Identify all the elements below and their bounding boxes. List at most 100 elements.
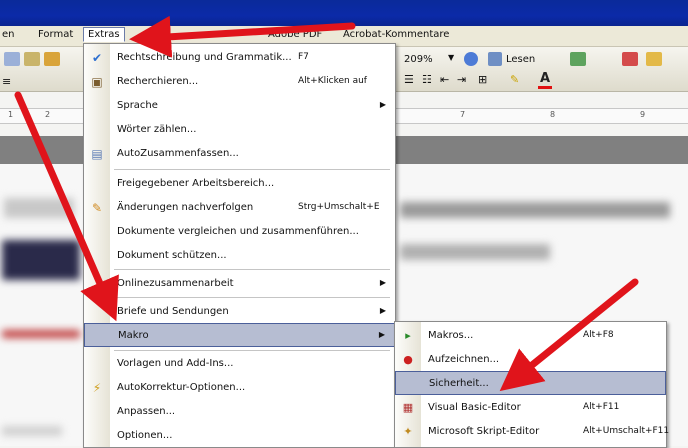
align-icon[interactable]: ≡	[2, 75, 11, 88]
menu-separator	[114, 350, 390, 351]
menu-item-shortcut: Alt+Klicken auf	[298, 76, 367, 86]
research-icon: ▣	[91, 75, 103, 89]
blurred-heading	[2, 240, 80, 280]
help-icon[interactable]	[464, 52, 478, 66]
macro-submenu: ▸ Makros... Alt+F8 ● Aufzeichnen... Sich…	[394, 321, 670, 448]
blurred-text	[2, 330, 80, 338]
menu-item-shortcut: Alt+F8	[583, 330, 614, 340]
menu-item-label: Microsoft Skript-Editor	[428, 426, 540, 437]
menu-item-label: Änderungen nachverfolgen	[117, 202, 254, 213]
track-changes-icon: ✎	[91, 201, 103, 215]
menu-item-label: Sprache	[117, 100, 158, 111]
menu-item-research[interactable]: ▣ Recherchieren... Alt+Klicken auf	[84, 70, 395, 94]
menu-separator	[114, 269, 390, 270]
menu-item-word-count[interactable]: Wörter zählen...	[84, 118, 395, 142]
menu-item-language[interactable]: Sprache ▶	[84, 94, 395, 118]
menu-item-options[interactable]: Optionen...	[84, 424, 395, 448]
bullets-icon[interactable]: ☷	[422, 73, 432, 86]
spellcheck-icon: ✔	[91, 51, 103, 65]
menu-item-customize[interactable]: Anpassen...	[84, 400, 395, 424]
submenu-item-security[interactable]: Sicherheit...	[395, 371, 666, 395]
cut-icon[interactable]	[4, 52, 20, 66]
menu-item-label: Recherchieren...	[117, 76, 199, 87]
submenu-arrow-icon: ▶	[379, 306, 386, 315]
play-macro-icon: ▸	[405, 329, 411, 342]
menu-item-templates-addins[interactable]: Vorlagen und Add-Ins...	[84, 352, 395, 376]
menu-item-label: Dokument schützen...	[117, 250, 227, 261]
submenu-item-macros[interactable]: ▸ Makros... Alt+F8	[395, 324, 666, 348]
menu-item-label: Optionen...	[117, 430, 173, 441]
menu-item-extras[interactable]: Extras	[83, 27, 125, 42]
zoom-dropdown-icon[interactable]: ▼	[448, 53, 454, 62]
menu-item-autosummarize[interactable]: ▤ AutoZusammenfassen...	[84, 142, 395, 166]
menu-item-label: Rechtschreibung und Grammatik...	[117, 52, 292, 63]
menu-item-shortcut: Strg+Umschalt+E	[298, 202, 380, 212]
menu-item-acrobat-comments[interactable]: Acrobat-Kommentare	[343, 29, 449, 40]
font-color-icon[interactable]: A	[540, 71, 550, 86]
read-button[interactable]: Lesen	[506, 54, 535, 65]
numbering-icon[interactable]: ☰	[404, 73, 414, 86]
submenu-arrow-icon: ▶	[378, 330, 385, 339]
ruler-tick: 9	[640, 110, 646, 119]
pdf-icon[interactable]	[622, 52, 638, 66]
script-editor-icon: ✦	[403, 425, 413, 438]
menu-item-window[interactable]: en	[2, 29, 15, 40]
menu-item-spelling-grammar[interactable]: ✔ Rechtschreibung und Grammatik... F7	[84, 46, 395, 70]
menu-item-track-changes[interactable]: ✎ Änderungen nachverfolgen Strg+Umschalt…	[84, 196, 395, 220]
copy-icon[interactable]	[24, 52, 40, 66]
menu-item-autocorrect-options[interactable]: ⚡ AutoKorrektur-Optionen...	[84, 376, 395, 400]
zoom-field[interactable]: 209%	[404, 54, 433, 65]
read-mode-icon[interactable]	[488, 52, 502, 66]
submenu-arrow-icon: ▶	[379, 100, 386, 109]
menu-item-label: Makro	[118, 330, 149, 341]
vba-editor-icon: ▦	[402, 401, 414, 414]
submenu-arrow-icon: ▶	[379, 278, 386, 287]
ruler-tick: 8	[550, 110, 556, 119]
menu-item-protect-document[interactable]: Dokument schützen...	[84, 244, 395, 268]
menu-item-shared-workspace[interactable]: Freigegebener Arbeitsbereich...	[84, 172, 395, 196]
menu-item-label: Dokumente vergleichen und zusammenführen…	[117, 226, 359, 237]
ruler-tick: 1	[8, 110, 14, 119]
blurred-text	[2, 426, 62, 436]
menu-item-label: Freigegebener Arbeitsbereich...	[117, 178, 275, 189]
menu-separator	[114, 297, 390, 298]
menu-item-shortcut: Alt+Umschalt+F11	[583, 426, 670, 436]
blurred-text	[400, 244, 550, 260]
menu-item-label: Aufzeichnen...	[428, 354, 500, 365]
menu-item-shortcut: Alt+F11	[583, 402, 620, 412]
menu-item-label: Makros...	[428, 330, 474, 341]
menu-item-label: Wörter zählen...	[117, 124, 197, 135]
submenu-item-vba-editor[interactable]: ▦ Visual Basic-Editor Alt+F11	[395, 396, 666, 420]
blurred-text	[400, 202, 670, 218]
pdf-email-icon[interactable]	[646, 52, 662, 66]
menu-item-shortcut: F7	[298, 52, 309, 62]
submenu-item-record[interactable]: ● Aufzeichnen...	[395, 348, 666, 372]
menu-item-adobe-pdf[interactable]: Adobe PDF	[268, 29, 322, 40]
title-bar	[0, 0, 688, 26]
menu-item-label: AutoZusammenfassen...	[117, 148, 239, 159]
menu-item-label: Vorlagen und Add-Ins...	[117, 358, 234, 369]
paste-icon[interactable]	[44, 52, 60, 66]
menu-item-label: Briefe und Sendungen	[117, 306, 229, 317]
indent-decrease-icon[interactable]: ⇤	[440, 73, 449, 86]
toolbar-icon-1[interactable]	[570, 52, 586, 66]
autosummary-icon: ▤	[91, 147, 103, 161]
menu-item-label: AutoKorrektur-Optionen...	[117, 382, 246, 393]
menu-item-format[interactable]: Format	[38, 29, 73, 40]
highlight-icon[interactable]: ✎	[510, 73, 519, 86]
menu-item-label: Sicherheit...	[429, 378, 489, 389]
menu-item-letters-mailings[interactable]: Briefe und Sendungen ▶	[84, 300, 395, 324]
menu-item-compare-merge[interactable]: Dokumente vergleichen und zusammenführen…	[84, 220, 395, 244]
ruler-tick: 7	[460, 110, 466, 119]
submenu-item-script-editor[interactable]: ✦ Microsoft Skript-Editor Alt+Umschalt+F…	[395, 420, 670, 444]
menu-item-macro[interactable]: Makro ▶	[84, 323, 395, 347]
indent-increase-icon[interactable]: ⇥	[457, 73, 466, 86]
ruler-tick: 2	[45, 110, 51, 119]
border-icon[interactable]: ⊞	[478, 73, 487, 86]
menu-item-online-collaboration[interactable]: Onlinezusammenarbeit ▶	[84, 272, 395, 296]
menu-item-label: Anpassen...	[117, 406, 176, 417]
menu-separator	[114, 169, 390, 170]
blurred-text	[4, 198, 74, 218]
font-color-swatch	[538, 86, 552, 89]
extras-menu: ✔ Rechtschreibung und Grammatik... F7 ▣ …	[83, 43, 396, 448]
